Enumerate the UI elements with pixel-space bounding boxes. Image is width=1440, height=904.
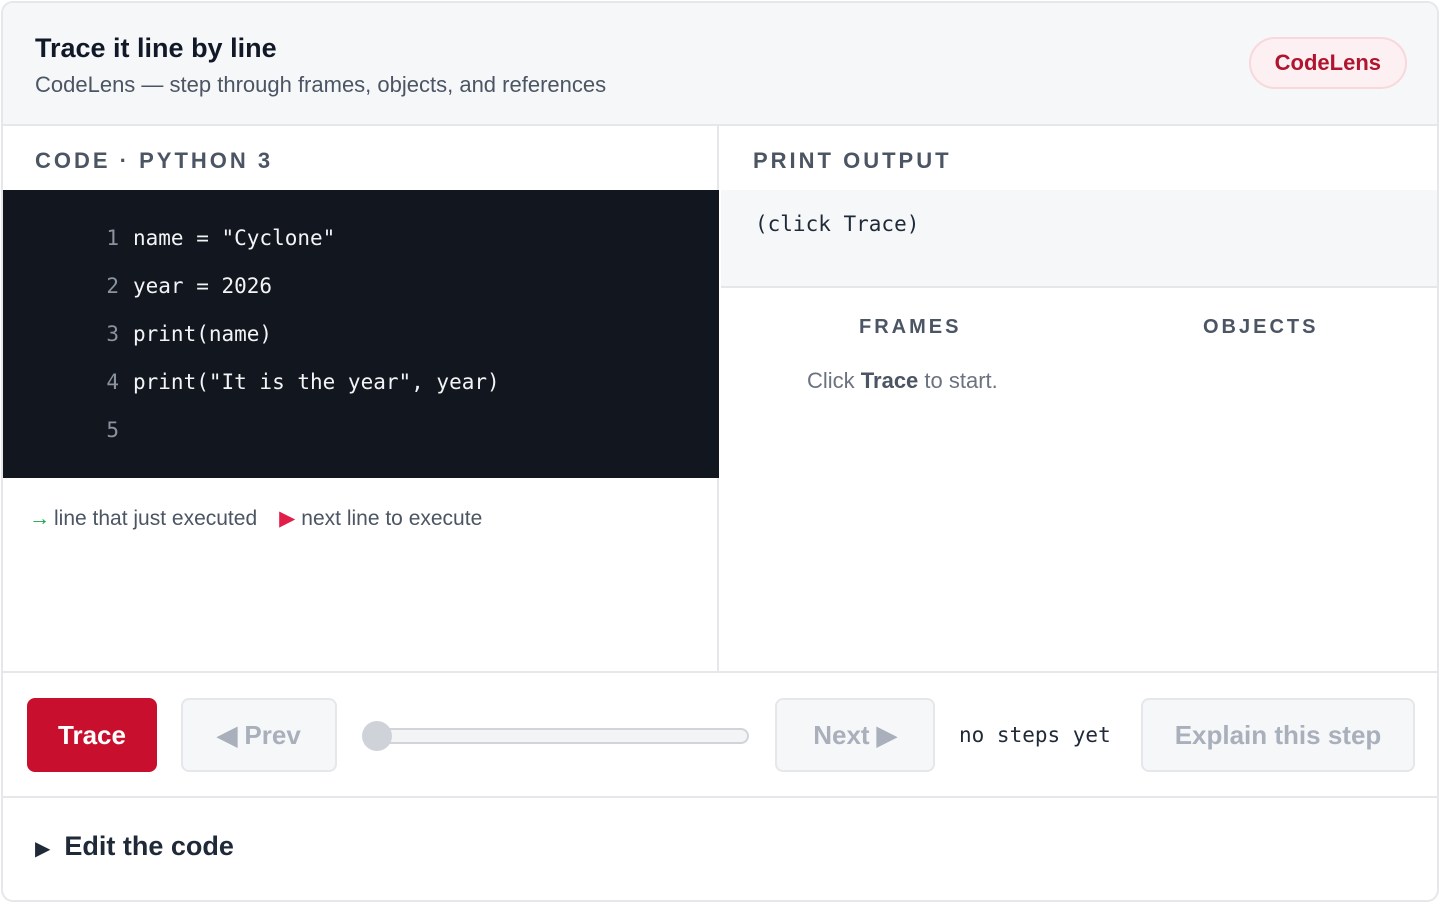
code-view: 1 name = "Cyclone" 2 year = 2026 3 print… bbox=[3, 190, 719, 478]
line-source: print("It is the year", year) bbox=[133, 370, 500, 394]
line-source: name = "Cyclone" bbox=[133, 226, 336, 250]
print-output-text: (click Trace) bbox=[755, 212, 920, 236]
code-panel: CODE · PYTHON 3 1 name = "Cyclone" 2 yea… bbox=[3, 126, 719, 671]
code-line: 1 name = "Cyclone" bbox=[3, 214, 719, 262]
hint-bold: Trace bbox=[860, 368, 919, 393]
trace-hint: Click Trace to start. bbox=[807, 368, 998, 394]
code-line: 4 print("It is the year", year) bbox=[3, 358, 719, 406]
line-number: 4 bbox=[106, 370, 119, 394]
step-slider[interactable] bbox=[375, 728, 749, 744]
trace-button[interactable]: Trace bbox=[27, 698, 157, 772]
disclosure-triangle-icon: ▶ bbox=[35, 838, 51, 860]
edit-code-label: Edit the code bbox=[64, 831, 234, 861]
line-source: print(name) bbox=[133, 322, 273, 346]
objects-heading: OBJECTS bbox=[1203, 316, 1319, 338]
frames-heading: FRAMES bbox=[859, 316, 962, 338]
next-line-arrow-icon: ▶ bbox=[279, 507, 296, 530]
executed-legend-label: line that just executed bbox=[54, 507, 258, 530]
code-panel-label: CODE · PYTHON 3 bbox=[35, 148, 274, 173]
step-counter: no steps yet bbox=[959, 723, 1111, 747]
explain-step-button[interactable]: Explain this step bbox=[1141, 698, 1415, 772]
next-legend-label: next line to execute bbox=[301, 507, 483, 530]
next-button[interactable]: Next ▶ bbox=[775, 698, 935, 772]
codelens-badge: CodeLens bbox=[1248, 37, 1407, 89]
executed-arrow-icon: → bbox=[29, 507, 50, 530]
edit-code-toggle[interactable]: ▶ Edit the code bbox=[35, 831, 234, 862]
prev-button[interactable]: ◀ Prev bbox=[181, 698, 337, 772]
code-line: 2 year = 2026 bbox=[3, 262, 719, 310]
output-panel: PRINT OUTPUT (click Trace) FRAMES OBJECT… bbox=[721, 126, 1437, 671]
print-output-box: (click Trace) bbox=[721, 190, 1437, 288]
code-line: 5 bbox=[3, 406, 719, 454]
header: Trace it line by line CodeLens — step th… bbox=[3, 3, 1437, 126]
page-subtitle: CodeLens — step through frames, objects,… bbox=[35, 72, 607, 97]
print-output-label: PRINT OUTPUT bbox=[753, 148, 952, 173]
step-slider-thumb[interactable] bbox=[362, 721, 392, 751]
line-number: 2 bbox=[106, 274, 119, 298]
step-controls: Trace ◀ Prev Next ▶ no steps yet Explain… bbox=[3, 671, 1437, 798]
hint-suffix: to start. bbox=[924, 368, 998, 393]
page-title: Trace it line by line bbox=[35, 33, 277, 63]
line-number: 1 bbox=[106, 226, 119, 250]
line-number: 5 bbox=[106, 418, 119, 442]
line-number: 3 bbox=[106, 322, 119, 346]
codelens-card: Trace it line by line CodeLens — step th… bbox=[1, 1, 1439, 902]
code-line: 3 print(name) bbox=[3, 310, 719, 358]
line-source: year = 2026 bbox=[133, 274, 273, 298]
code-legend: → line that just executed ▶ next line to ex… bbox=[29, 506, 482, 531]
hint-prefix: Click bbox=[807, 368, 855, 393]
